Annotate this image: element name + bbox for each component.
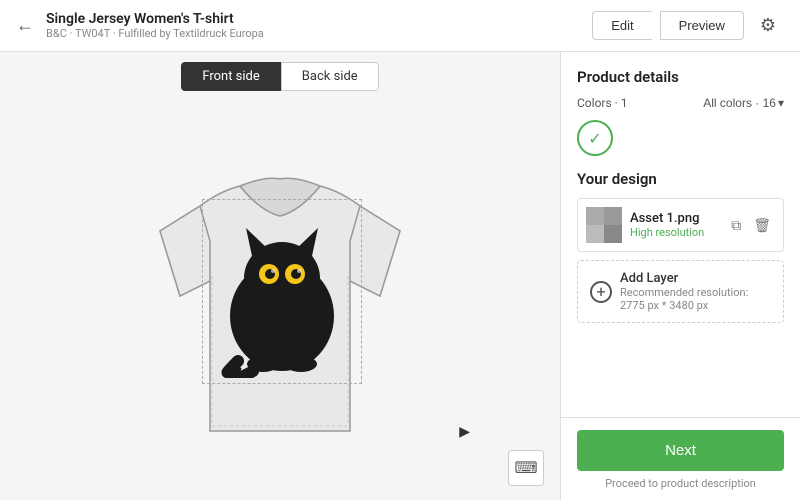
product-details-title: Product details: [577, 68, 784, 86]
add-layer-info: Add Layer Recommended resolution: 2775 p…: [620, 271, 771, 312]
your-design-title: Your design: [577, 170, 784, 188]
product-subtitle: B&C · TW04T · Fulfilled by Textildruck E…: [46, 27, 592, 40]
keyboard-icon: ⌨: [514, 458, 537, 478]
asset-card: Asset 1.png High resolution ⧉ 🗑: [577, 198, 784, 252]
tab-back-side[interactable]: Back side: [281, 62, 379, 91]
asset-name: Asset 1.png: [630, 211, 719, 226]
tshirt-wrapper: [120, 121, 440, 471]
delete-asset-button[interactable]: 🗑: [749, 215, 775, 236]
selected-color-circle[interactable]: ✓: [577, 120, 613, 156]
asset-thumbnail: [586, 207, 622, 243]
side-tabs: Front side Back side: [181, 52, 378, 91]
keyboard-button[interactable]: ⌨: [508, 450, 544, 486]
header-title-group: Single Jersey Women's T-shirt B&C · TW04…: [46, 11, 592, 40]
proceed-text: Proceed to product description: [577, 477, 784, 490]
chevron-down-icon: ▾: [778, 96, 784, 110]
add-layer-resolution: Recommended resolution: 2775 px * 3480 p…: [620, 286, 771, 312]
asset-actions: ⧉ 🗑: [727, 215, 775, 236]
product-title: Single Jersey Women's T-shirt: [46, 11, 592, 27]
all-colors-button[interactable]: All colors · 16 ▾: [703, 96, 784, 110]
header-actions: Edit Preview ⚙: [592, 11, 784, 40]
main-layout: Front side Back side: [0, 52, 800, 500]
add-layer-name: Add Layer: [620, 271, 771, 286]
app-header: ← Single Jersey Women's T-shirt B&C · TW…: [0, 0, 800, 52]
colors-count-label: Colors · 1: [577, 96, 628, 110]
copy-asset-button[interactable]: ⧉: [727, 215, 745, 236]
cat-svg: [208, 206, 356, 378]
next-button[interactable]: Next: [577, 430, 784, 471]
delete-icon: 🗑: [753, 217, 771, 233]
tab-front-side[interactable]: Front side: [181, 62, 280, 91]
cursor-indicator: ▶: [459, 424, 470, 440]
tshirt-area: [120, 91, 440, 500]
gear-icon: ⚙: [760, 15, 776, 35]
canvas-panel: Front side Back side: [0, 52, 560, 500]
add-layer-card[interactable]: + Add Layer Recommended resolution: 2775…: [577, 260, 784, 323]
plus-icon: +: [596, 282, 605, 301]
copy-icon: ⧉: [731, 217, 741, 233]
color-checkmark: ✓: [588, 129, 601, 148]
right-panel: Product details Colors · 1 All colors · …: [560, 52, 800, 500]
asset-resolution: High resolution: [630, 226, 719, 239]
right-panel-footer: Next Proceed to product description: [561, 417, 800, 500]
preview-button[interactable]: Preview: [660, 11, 744, 40]
asset-info: Asset 1.png High resolution: [630, 211, 719, 239]
back-button[interactable]: ←: [16, 15, 34, 36]
cat-image[interactable]: [208, 206, 356, 378]
colors-row: Colors · 1 All colors · 16 ▾: [577, 96, 784, 110]
add-layer-icon: +: [590, 281, 612, 303]
right-panel-content: Product details Colors · 1 All colors · …: [561, 52, 800, 417]
all-colors-label: All colors · 16: [703, 96, 776, 110]
settings-button[interactable]: ⚙: [752, 11, 784, 40]
edit-button[interactable]: Edit: [592, 11, 651, 40]
